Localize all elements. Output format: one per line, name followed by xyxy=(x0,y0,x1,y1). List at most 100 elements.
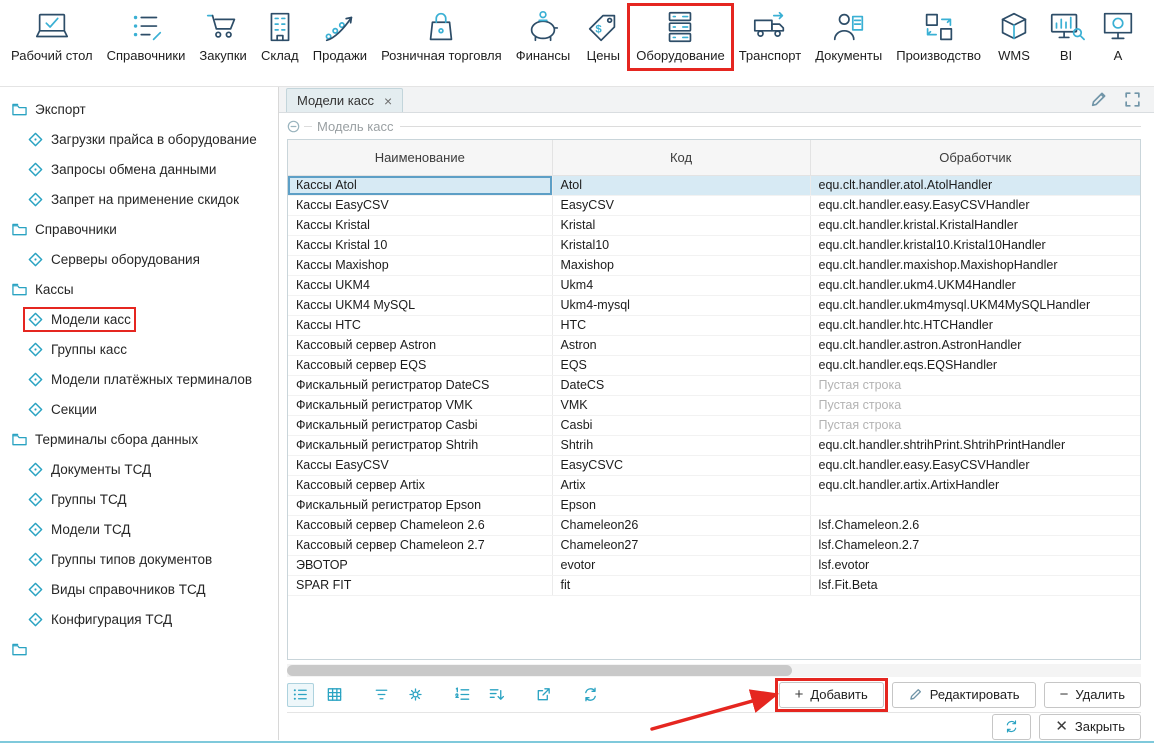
open-external-icon[interactable] xyxy=(530,683,557,707)
cell-code[interactable]: EasyCSV xyxy=(552,195,810,215)
table-row[interactable]: Фискальный регистратор Casbi Casbi Пуста… xyxy=(288,415,1140,435)
cell-handler[interactable]: equ.clt.handler.ukm4.UKM4Handler xyxy=(810,275,1140,295)
cell-name[interactable]: Фискальный регистратор Epson xyxy=(288,495,552,515)
sidebar-item[interactable]: Модели касс xyxy=(0,304,278,334)
cell-name[interactable]: Фискальный регистратор DateCS xyxy=(288,375,552,395)
table-row[interactable]: Кассы Atol Atol equ.clt.handler.atol.Ato… xyxy=(288,175,1140,195)
horizontal-scrollbar[interactable] xyxy=(287,664,1141,677)
cell-code[interactable]: Kristal xyxy=(552,215,810,235)
nav-item-desktop[interactable]: Рабочий стол xyxy=(4,5,100,69)
sidebar-item[interactable]: Запросы обмена данными xyxy=(0,154,278,184)
nav-item-production[interactable]: Производство xyxy=(889,5,988,69)
sidebar-item[interactable]: Терминалы сбора данных xyxy=(0,424,278,454)
cell-handler[interactable]: equ.clt.handler.kristal.KristalHandler xyxy=(810,215,1140,235)
cell-name[interactable]: Кассы EasyCSV xyxy=(288,195,552,215)
sidebar-item[interactable]: Модели ТСД xyxy=(0,514,278,544)
nav-item-documents[interactable]: Документы xyxy=(808,5,889,69)
list-view-icon[interactable] xyxy=(287,683,314,707)
nav-item-retail[interactable]: Розничная торговля xyxy=(374,5,509,69)
table-row[interactable]: Кассовый сервер Chameleon 2.6 Chameleon2… xyxy=(288,515,1140,535)
cell-handler[interactable]: equ.clt.handler.astron.AstronHandler xyxy=(810,335,1140,355)
sidebar-item[interactable]: Загрузки прайса в оборудование xyxy=(0,124,278,154)
cell-code[interactable]: Chameleon27 xyxy=(552,535,810,555)
cell-code[interactable]: EQS xyxy=(552,355,810,375)
edit-button[interactable]: Редактировать xyxy=(892,682,1036,708)
sidebar-item[interactable]: Кассы xyxy=(0,274,278,304)
cell-name[interactable]: Фискальный регистратор Casbi xyxy=(288,415,552,435)
nav-item-purchases[interactable]: Закупки xyxy=(192,5,253,69)
cell-handler[interactable]: Пустая строка xyxy=(810,375,1140,395)
cell-code[interactable]: Artix xyxy=(552,475,810,495)
collapse-icon[interactable] xyxy=(287,120,300,133)
table-row[interactable]: Кассы EasyCSV EasyCSVC equ.clt.handler.e… xyxy=(288,455,1140,475)
cell-code[interactable]: Kristal10 xyxy=(552,235,810,255)
sync-icon[interactable] xyxy=(577,683,604,707)
cell-code[interactable]: fit xyxy=(552,575,810,595)
cell-handler[interactable]: equ.clt.handler.ukm4mysql.UKM4MySQLHandl… xyxy=(810,295,1140,315)
cell-code[interactable]: Ukm4 xyxy=(552,275,810,295)
cell-name[interactable]: ЭВОТОР xyxy=(288,555,552,575)
cell-name[interactable]: Кассовый сервер Artix xyxy=(288,475,552,495)
nav-item-warehouse[interactable]: Склад xyxy=(254,5,306,69)
table-row[interactable]: Кассы UKM4 Ukm4 equ.clt.handler.ukm4.UKM… xyxy=(288,275,1140,295)
add-button[interactable]: + Добавить xyxy=(779,682,884,708)
table-row[interactable]: Кассы Maxishop Maxishop equ.clt.handler.… xyxy=(288,255,1140,275)
table-row[interactable]: Фискальный регистратор VMK VMK Пустая ст… xyxy=(288,395,1140,415)
sidebar-item[interactable]: Модели платёжных терминалов xyxy=(0,364,278,394)
cell-code[interactable]: Astron xyxy=(552,335,810,355)
sidebar-item[interactable]: Серверы оборудования xyxy=(0,244,278,274)
sidebar-item[interactable] xyxy=(0,634,278,664)
nav-item-transport[interactable]: Транспорт xyxy=(732,5,809,69)
cell-code[interactable]: VMK xyxy=(552,395,810,415)
cell-name[interactable]: SPAR FIT xyxy=(288,575,552,595)
sidebar-item[interactable]: Документы ТСД xyxy=(0,454,278,484)
sidebar-item[interactable]: Конфигурация ТСД xyxy=(0,604,278,634)
nav-item-prices[interactable]: $ Цены xyxy=(577,5,629,69)
refresh-button[interactable] xyxy=(992,714,1031,740)
sort-icon[interactable] xyxy=(483,683,510,707)
cell-name[interactable]: Кассы Kristal xyxy=(288,215,552,235)
table-row[interactable]: Кассы EasyCSV EasyCSV equ.clt.handler.ea… xyxy=(288,195,1140,215)
cell-code[interactable]: Shtrih xyxy=(552,435,810,455)
cell-code[interactable]: Atol xyxy=(552,175,810,195)
table-row[interactable]: Фискальный регистратор Epson Epson xyxy=(288,495,1140,515)
cell-handler[interactable]: equ.clt.handler.maxishop.MaxishopHandler xyxy=(810,255,1140,275)
table-row[interactable]: Кассы HTC HTC equ.clt.handler.htc.HTCHan… xyxy=(288,315,1140,335)
edit-pencil-icon[interactable] xyxy=(1089,90,1108,109)
tab-cash-models[interactable]: Модели касс × xyxy=(286,88,403,112)
nav-item-finance[interactable]: Финансы xyxy=(509,5,578,69)
scrollbar-thumb[interactable] xyxy=(287,665,792,676)
table-row[interactable]: Кассы UKM4 MySQL Ukm4-mysql equ.clt.hand… xyxy=(288,295,1140,315)
cell-name[interactable]: Кассы Kristal 10 xyxy=(288,235,552,255)
fullscreen-icon[interactable] xyxy=(1123,90,1142,109)
cell-code[interactable]: evotor xyxy=(552,555,810,575)
nav-item-partial[interactable]: А xyxy=(1092,5,1144,69)
sidebar-item[interactable]: Группы касс xyxy=(0,334,278,364)
cell-code[interactable]: DateCS xyxy=(552,375,810,395)
column-header-code[interactable]: Код xyxy=(552,140,810,175)
cell-code[interactable]: HTC xyxy=(552,315,810,335)
table-row[interactable]: Кассовый сервер Chameleon 2.7 Chameleon2… xyxy=(288,535,1140,555)
cell-handler[interactable]: equ.clt.handler.shtrihPrint.ShtrihPrintH… xyxy=(810,435,1140,455)
grid-view-icon[interactable] xyxy=(321,683,348,707)
cell-name[interactable]: Кассы UKM4 xyxy=(288,275,552,295)
table-row[interactable]: Кассовый сервер Artix Artix equ.clt.hand… xyxy=(288,475,1140,495)
cell-handler[interactable]: lsf.evotor xyxy=(810,555,1140,575)
table-row[interactable]: ЭВОТОР evotor lsf.evotor xyxy=(288,555,1140,575)
table-row[interactable]: Фискальный регистратор DateCS DateCS Пус… xyxy=(288,375,1140,395)
sidebar-item[interactable]: Виды справочников ТСД xyxy=(0,574,278,604)
cell-handler[interactable]: equ.clt.handler.eqs.EQSHandler xyxy=(810,355,1140,375)
cell-name[interactable]: Кассы EasyCSV xyxy=(288,455,552,475)
nav-item-sales[interactable]: Продажи xyxy=(306,5,374,69)
cell-code[interactable]: Casbi xyxy=(552,415,810,435)
sidebar-item[interactable]: Экспорт xyxy=(0,94,278,124)
cell-name[interactable]: Кассовый сервер Chameleon 2.7 xyxy=(288,535,552,555)
filter-icon[interactable] xyxy=(368,683,395,707)
cell-name[interactable]: Кассы HTC xyxy=(288,315,552,335)
sidebar-item[interactable]: Запрет на применение скидок xyxy=(0,184,278,214)
cell-code[interactable]: Maxishop xyxy=(552,255,810,275)
nav-item-references[interactable]: Справочники xyxy=(100,5,193,69)
cell-name[interactable]: Кассы Maxishop xyxy=(288,255,552,275)
column-header-name[interactable]: Наименование xyxy=(288,140,552,175)
cell-handler[interactable]: equ.clt.handler.atol.AtolHandler xyxy=(810,175,1140,195)
